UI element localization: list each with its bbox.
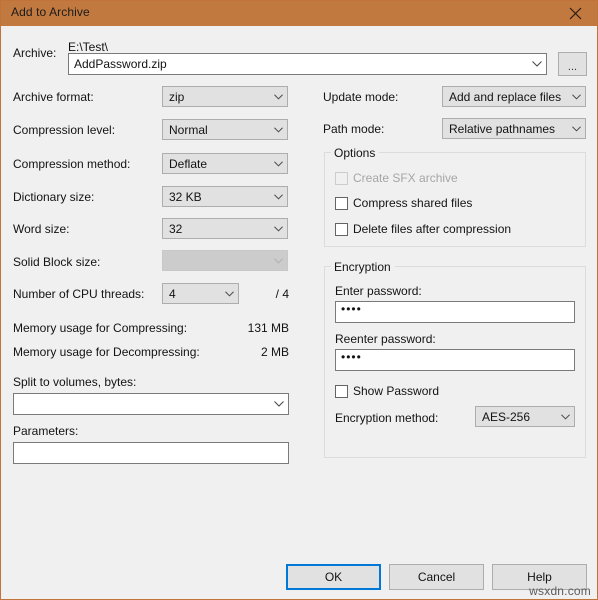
cpu-threads-combo[interactable]: 4 [162,283,239,304]
chevron-down-icon [270,225,287,232]
compression-method-label: Compression method: [13,157,131,171]
chevron-down-icon [270,126,287,133]
cancel-button[interactable]: Cancel [389,564,484,590]
reenter-password-input[interactable]: •••• [335,349,575,371]
chevron-down-icon [568,93,585,100]
path-mode-label: Path mode: [323,122,385,136]
archive-format-label: Archive format: [13,90,94,104]
checkbox-label: Delete files after compression [353,222,512,236]
cpu-threads-total: / 4 [275,287,289,301]
archive-format-value: zip [169,89,185,104]
chevron-down-icon [270,93,287,100]
window-title: Add to Archive [11,5,90,19]
options-group-title: Options [331,147,380,160]
enter-password-label: Enter password: [335,284,422,298]
update-mode-value: Add and replace files [449,89,562,104]
split-volumes-label: Split to volumes, bytes: [13,375,137,389]
compression-method-combo[interactable]: Deflate [162,153,288,174]
archive-name-value: AddPassword.zip [74,57,167,71]
compression-level-combo[interactable]: Normal [162,119,288,140]
encryption-group-title: Encryption [331,261,395,274]
title-bar: Add to Archive [1,1,597,26]
word-size-label: Word size: [13,222,70,236]
archive-path-text: E:\Test\ [68,40,109,54]
memory-decompressing-label: Memory usage for Decompressing: [13,345,200,359]
reenter-password-label: Reenter password: [335,332,436,346]
checkbox-delete-files-after-compression[interactable]: Delete files after compression [335,223,511,236]
encryption-method-value: AES-256 [482,409,531,424]
checkbox-label: Compress shared files [353,196,473,210]
add-to-archive-dialog: Add to Archive Archive: E:\Test\ AddPass… [0,0,598,600]
checkbox-icon [335,385,348,398]
compression-method-value: Deflate [169,156,208,171]
chevron-down-icon [270,257,287,264]
parameters-input[interactable] [13,442,289,464]
dictionary-size-combo[interactable]: 32 KB [162,186,288,207]
watermark-text: wsxdn.com [529,584,591,598]
chevron-down-icon [528,61,546,67]
encryption-method-combo[interactable]: AES-256 [475,406,575,427]
archive-format-combo[interactable]: zip [162,86,288,107]
ok-button[interactable]: OK [286,564,381,590]
memory-decompressing-value: 2 MB [260,345,289,359]
path-mode-combo[interactable]: Relative pathnames [442,118,586,139]
chevron-down-icon [270,193,287,200]
checkbox-label: Create SFX archive [353,171,458,185]
checkbox-icon [335,172,348,185]
chevron-down-icon [270,160,287,167]
archive-name-combo[interactable]: AddPassword.zip [68,53,547,75]
memory-compressing-value: 131 MB [247,321,289,335]
compression-level-value: Normal [169,122,208,137]
path-mode-value: Relative pathnames [449,121,556,136]
compression-level-label: Compression level: [13,123,116,137]
encryption-method-label: Encryption method: [335,411,439,425]
close-button[interactable] [553,1,597,26]
checkbox-compress-shared-files[interactable]: Compress shared files [335,197,472,210]
word-size-combo[interactable]: 32 [162,218,288,239]
solid-block-size-combo [162,250,288,271]
chevron-down-icon [557,413,574,420]
archive-label: Archive: [13,46,57,60]
checkbox-icon [335,223,348,236]
checkbox-label: Show Password [353,384,440,398]
solid-block-size-label: Solid Block size: [13,255,101,269]
word-size-value: 32 [169,221,183,236]
parameters-label: Parameters: [13,424,79,438]
chevron-down-icon [270,401,288,407]
reenter-password-value: •••• [341,350,362,364]
split-volumes-combo[interactable] [13,393,289,415]
close-icon [569,7,581,20]
checkbox-icon [335,197,348,210]
memory-compressing-label: Memory usage for Compressing: [13,321,188,335]
cpu-threads-value: 4 [169,286,176,301]
checkbox-show-password[interactable]: Show Password [335,385,439,398]
checkbox-create-sfx-archive: Create SFX archive [335,172,458,185]
dictionary-size-value: 32 KB [169,189,202,204]
enter-password-value: •••• [341,302,362,316]
browse-button[interactable]: ... [558,52,587,76]
update-mode-label: Update mode: [323,90,399,104]
enter-password-input[interactable]: •••• [335,301,575,323]
dictionary-size-label: Dictionary size: [13,190,95,204]
cpu-threads-label: Number of CPU threads: [13,287,145,301]
update-mode-combo[interactable]: Add and replace files [442,86,586,107]
chevron-down-icon [568,125,585,132]
